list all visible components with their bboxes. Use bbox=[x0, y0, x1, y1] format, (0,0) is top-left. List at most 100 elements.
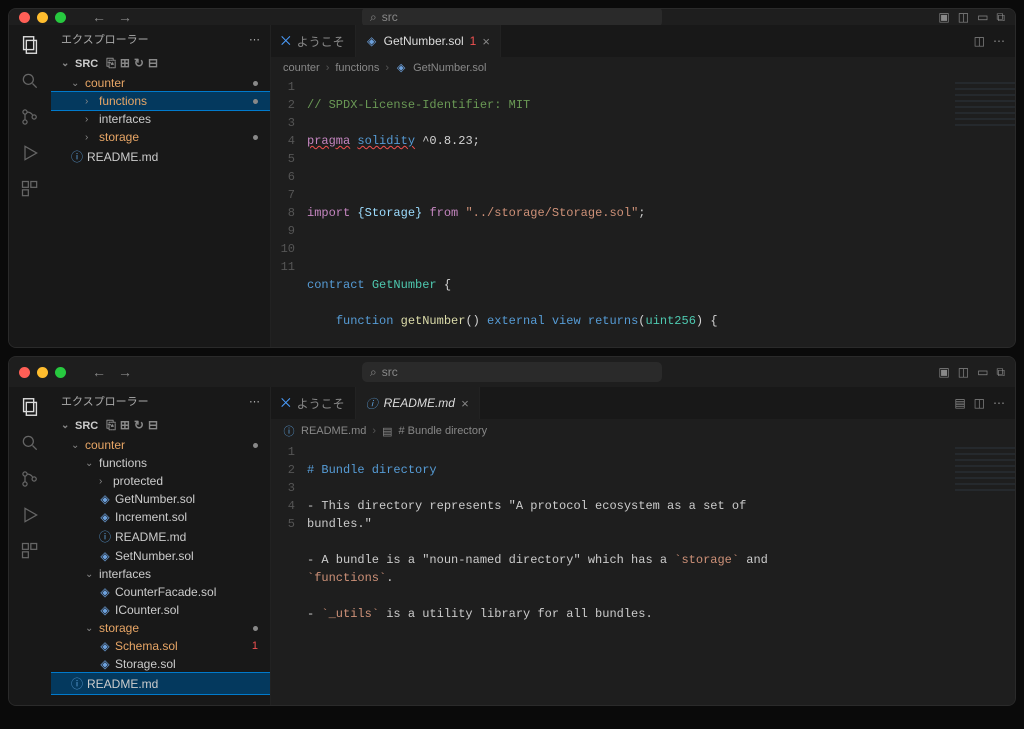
folder-counter[interactable]: ⌄counter bbox=[51, 436, 270, 454]
new-file-icon[interactable]: ⎘ bbox=[106, 418, 116, 433]
command-center-search[interactable]: ⌕ src bbox=[362, 362, 662, 382]
chevron-down-icon[interactable]: ⌄ bbox=[61, 420, 71, 431]
collapse-icon[interactable]: ⊟ bbox=[148, 56, 158, 71]
folder-counter[interactable]: ⌄counter bbox=[51, 74, 270, 92]
nav-forward-button[interactable]: → bbox=[118, 9, 132, 25]
code-editor[interactable]: 12 3 45 # Bundle directory - This direct… bbox=[271, 443, 1015, 705]
minimap[interactable] bbox=[955, 443, 1015, 493]
layout-toggle-2-icon[interactable]: ◫ bbox=[958, 10, 969, 25]
source-control-icon[interactable] bbox=[18, 467, 42, 491]
folder-interfaces[interactable]: ⌄interfaces bbox=[51, 565, 270, 583]
tab-more-icon[interactable]: ⋯ bbox=[993, 396, 1005, 410]
tab-readme[interactable]: ⓘREADME.md× bbox=[356, 387, 480, 419]
breadcrumb[interactable]: ⓘREADME.md› ▤# Bundle directory bbox=[271, 419, 1015, 443]
file-storage[interactable]: ◈Storage.sol bbox=[51, 655, 270, 673]
solidity-file-icon: ◈ bbox=[99, 603, 111, 617]
close-tab-icon[interactable]: × bbox=[461, 396, 469, 411]
close-window-button[interactable] bbox=[19, 367, 30, 378]
file-setnumber[interactable]: ◈SetNumber.sol bbox=[51, 547, 270, 565]
explorer-icon[interactable] bbox=[18, 395, 42, 419]
root-folder[interactable]: SRC bbox=[75, 420, 98, 432]
extensions-icon[interactable] bbox=[18, 177, 42, 201]
layout-toggle-3-icon[interactable]: ▭ bbox=[977, 365, 988, 380]
vscode-logo-icon: ⨉ bbox=[281, 34, 291, 49]
folder-storage[interactable]: ⌄storage bbox=[51, 619, 270, 637]
traffic-lights bbox=[19, 12, 66, 23]
file-readme-inner[interactable]: ⓘREADME.md bbox=[51, 526, 270, 547]
search-icon: ⌕ bbox=[370, 10, 377, 25]
modified-indicator-icon bbox=[253, 81, 258, 86]
chevron-down-icon[interactable]: ⌄ bbox=[61, 58, 71, 69]
outline-icon: ▤ bbox=[382, 425, 392, 438]
modified-indicator-icon bbox=[253, 135, 258, 140]
solidity-file-icon: ◈ bbox=[99, 492, 111, 506]
new-folder-icon[interactable]: ⊞ bbox=[120, 418, 130, 433]
extensions-icon[interactable] bbox=[18, 539, 42, 563]
explorer-icon[interactable] bbox=[18, 33, 42, 57]
folder-protected[interactable]: ›protected bbox=[51, 472, 270, 490]
refresh-icon[interactable]: ↻ bbox=[134, 56, 144, 71]
error-count-badge: 1 bbox=[470, 34, 477, 48]
preview-icon[interactable]: ▤ bbox=[954, 396, 965, 410]
tab-getnumber[interactable]: ◈GetNumber.sol1× bbox=[356, 25, 501, 57]
code-content[interactable]: # Bundle directory - This directory repr… bbox=[307, 443, 1015, 705]
tab-welcome[interactable]: ⨉ようこそ bbox=[271, 387, 356, 419]
titlebar: ← → ⌕ src ▣ ◫ ▭ ⧉ bbox=[9, 9, 1015, 25]
file-readme-root[interactable]: ⓘREADME.md bbox=[51, 673, 270, 694]
modified-indicator-icon bbox=[253, 443, 258, 448]
collapse-icon[interactable]: ⊟ bbox=[148, 418, 158, 433]
minimize-window-button[interactable] bbox=[37, 367, 48, 378]
split-editor-icon[interactable]: ◫ bbox=[974, 396, 985, 410]
file-tree: ⌄counter ⌄functions ›protected ◈GetNumbe… bbox=[51, 436, 270, 705]
run-debug-icon[interactable] bbox=[18, 503, 42, 527]
file-readme[interactable]: ⓘREADME.md bbox=[51, 146, 270, 167]
close-window-button[interactable] bbox=[19, 12, 30, 23]
search-view-icon[interactable] bbox=[18, 69, 42, 93]
source-control-icon[interactable] bbox=[18, 105, 42, 129]
file-counterfacade[interactable]: ◈CounterFacade.sol bbox=[51, 583, 270, 601]
file-tree: ⌄counter ›functions ›interfaces ›storage… bbox=[51, 74, 270, 348]
layout-toggle-4-icon[interactable]: ⧉ bbox=[996, 10, 1005, 25]
layout-toggle-2-icon[interactable]: ◫ bbox=[958, 365, 969, 380]
close-tab-icon[interactable]: × bbox=[482, 34, 490, 49]
folder-storage[interactable]: ›storage bbox=[51, 128, 270, 146]
maximize-window-button[interactable] bbox=[55, 367, 66, 378]
file-schema[interactable]: ◈Schema.sol1 bbox=[51, 637, 270, 655]
vscode-logo-icon: ⨉ bbox=[281, 396, 291, 411]
more-actions-icon[interactable]: ⋯ bbox=[249, 395, 260, 408]
breadcrumb[interactable]: counter› functions› ◈GetNumber.sol bbox=[271, 57, 1015, 78]
code-editor[interactable]: 1234567891011 // SPDX-License-Identifier… bbox=[271, 78, 1015, 348]
tab-more-icon[interactable]: ⋯ bbox=[993, 34, 1005, 48]
line-gutter: 12 3 45 bbox=[271, 443, 307, 705]
nav-back-button[interactable]: ← bbox=[92, 9, 106, 25]
new-folder-icon[interactable]: ⊞ bbox=[120, 56, 130, 71]
more-actions-icon[interactable]: ⋯ bbox=[249, 33, 260, 46]
editor-group: ⨉ようこそ ⓘREADME.md× ▤ ◫ ⋯ ⓘREADME.md› ▤# B… bbox=[271, 387, 1015, 705]
new-file-icon[interactable]: ⎘ bbox=[106, 56, 116, 71]
tab-welcome[interactable]: ⨉ようこそ bbox=[271, 25, 356, 57]
minimap[interactable] bbox=[955, 78, 1015, 128]
maximize-window-button[interactable] bbox=[55, 12, 66, 23]
file-increment[interactable]: ◈Increment.sol bbox=[51, 508, 270, 526]
nav-forward-button[interactable]: → bbox=[118, 364, 132, 380]
layout-toggle-3-icon[interactable]: ▭ bbox=[977, 10, 988, 25]
layout-toggle-1-icon[interactable]: ▣ bbox=[938, 10, 949, 25]
split-editor-icon[interactable]: ◫ bbox=[974, 34, 985, 48]
folder-functions[interactable]: ›functions bbox=[51, 92, 270, 110]
file-getnumber[interactable]: ◈GetNumber.sol bbox=[51, 490, 270, 508]
layout-toggle-1-icon[interactable]: ▣ bbox=[938, 365, 949, 380]
layout-toggle-4-icon[interactable]: ⧉ bbox=[996, 365, 1005, 380]
nav-back-button[interactable]: ← bbox=[92, 364, 106, 380]
root-folder[interactable]: SRC bbox=[75, 58, 98, 70]
run-debug-icon[interactable] bbox=[18, 141, 42, 165]
minimize-window-button[interactable] bbox=[37, 12, 48, 23]
search-view-icon[interactable] bbox=[18, 431, 42, 455]
solidity-file-icon: ◈ bbox=[99, 585, 111, 599]
file-icounter[interactable]: ◈ICounter.sol bbox=[51, 601, 270, 619]
info-file-icon: ⓘ bbox=[71, 148, 83, 165]
code-content[interactable]: // SPDX-License-Identifier: MIT pragma s… bbox=[307, 78, 1015, 348]
info-file-icon: ⓘ bbox=[71, 675, 83, 692]
refresh-icon[interactable]: ↻ bbox=[134, 418, 144, 433]
folder-functions[interactable]: ⌄functions bbox=[51, 454, 270, 472]
folder-interfaces[interactable]: ›interfaces bbox=[51, 110, 270, 128]
